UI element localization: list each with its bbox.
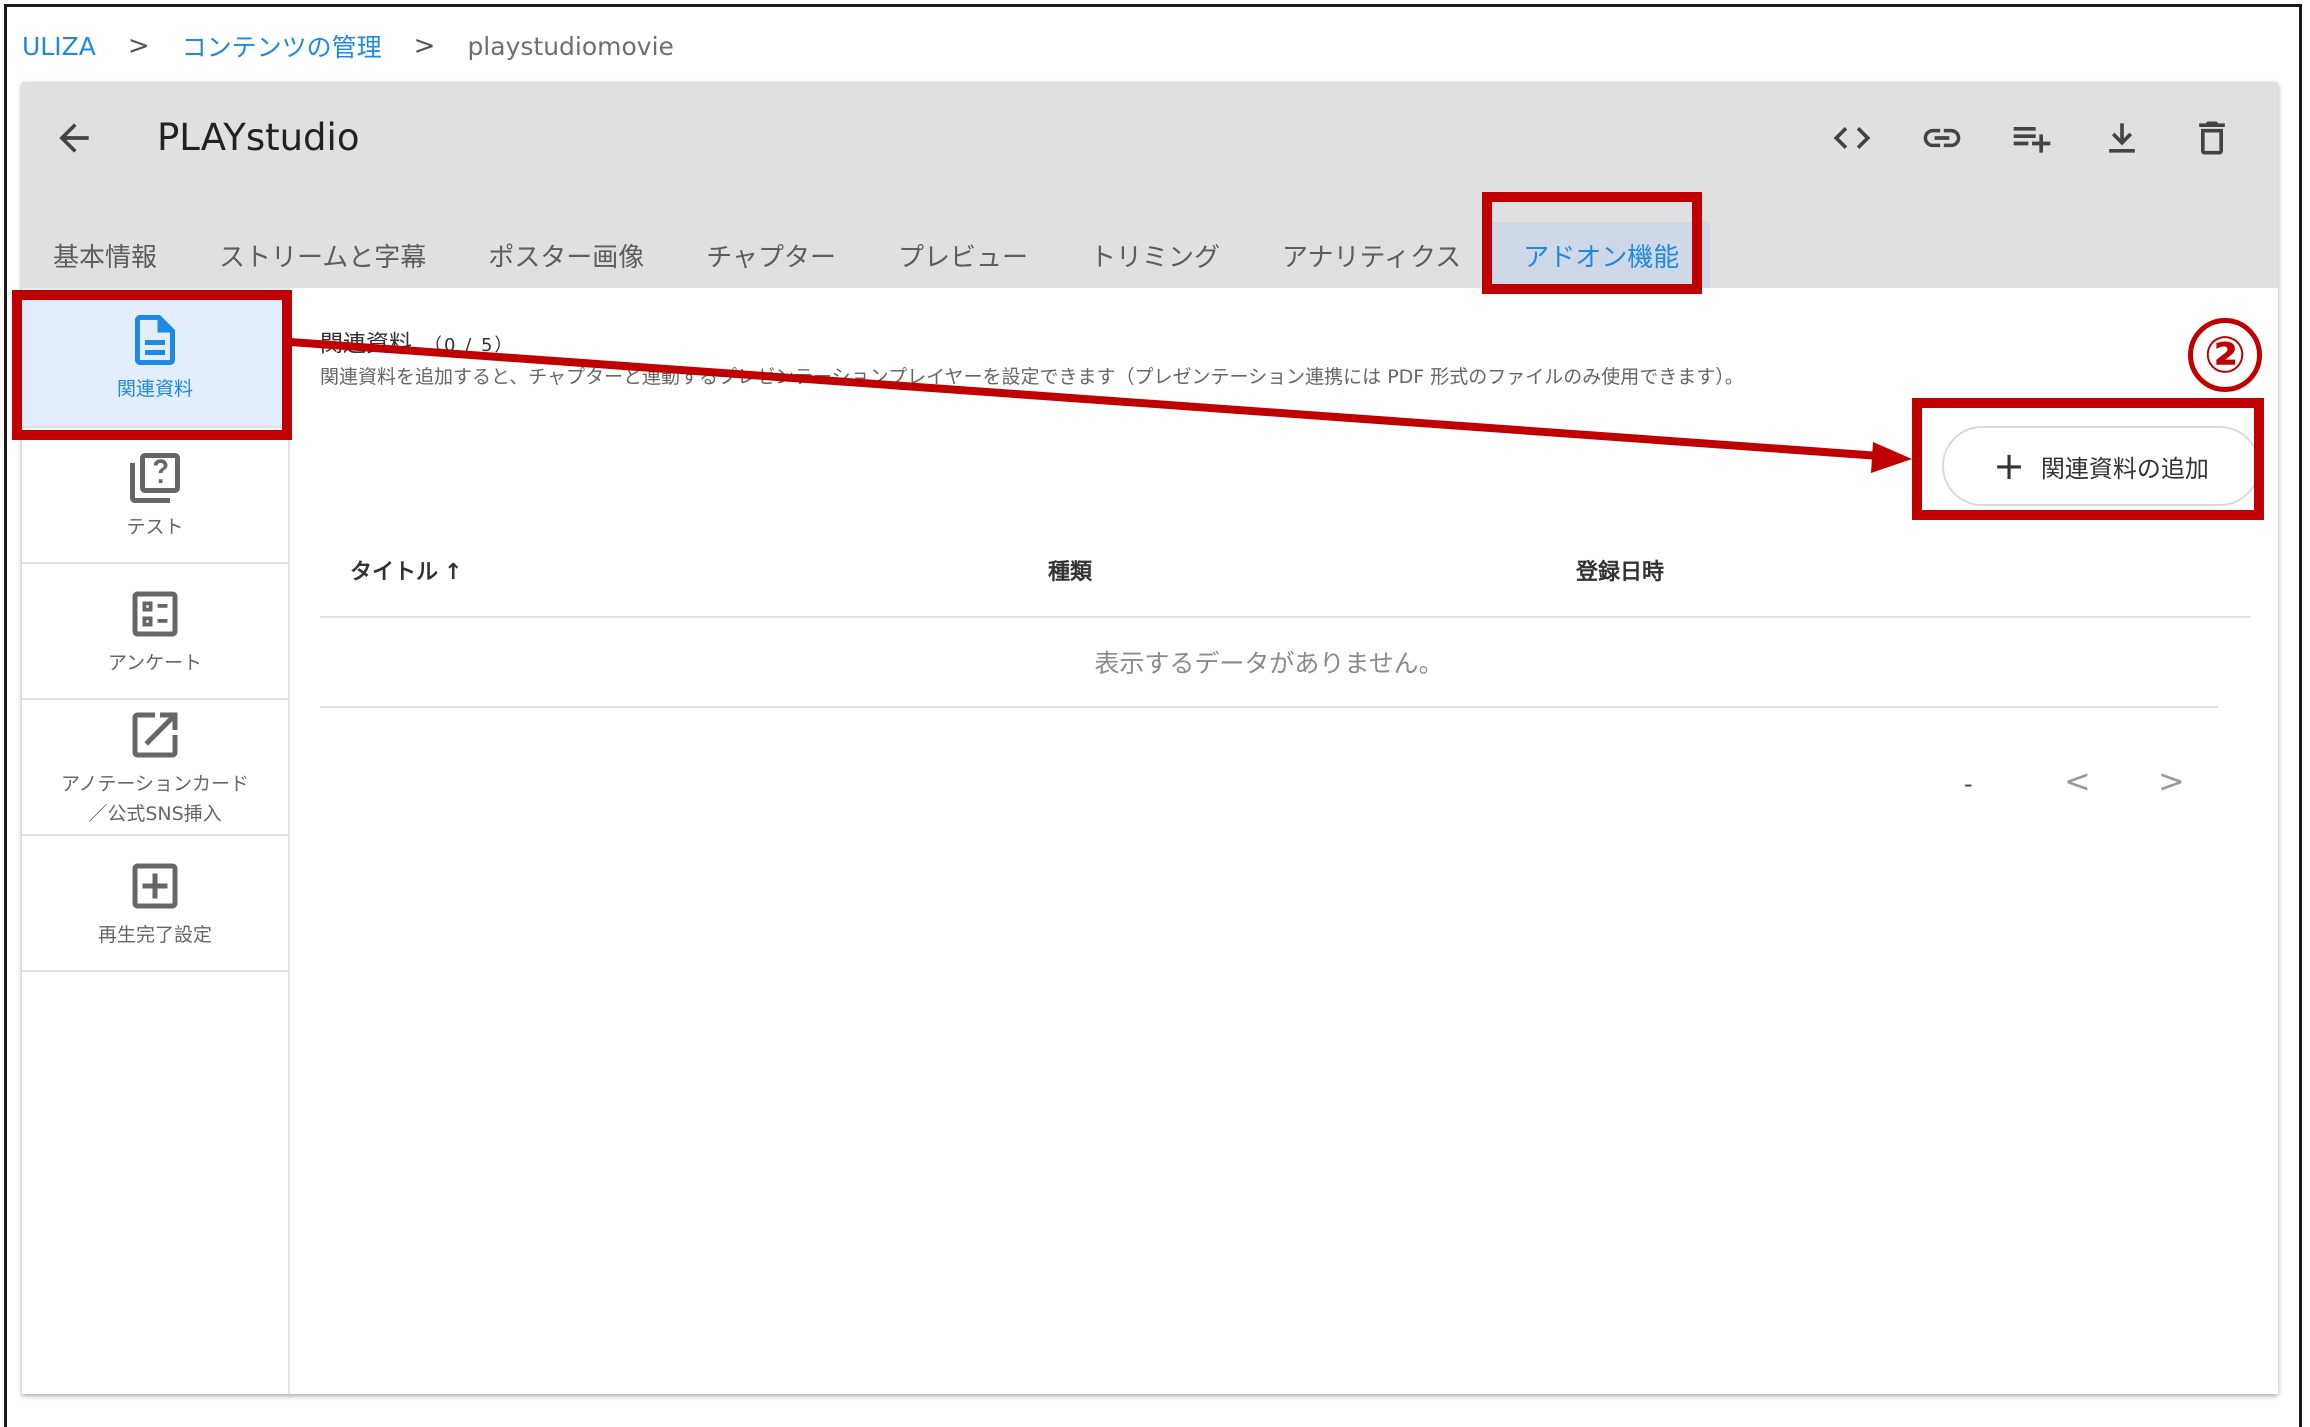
arrow-line [289, 338, 1881, 460]
arrow-head [1871, 442, 1912, 473]
annotation-arrow [289, 338, 1912, 473]
